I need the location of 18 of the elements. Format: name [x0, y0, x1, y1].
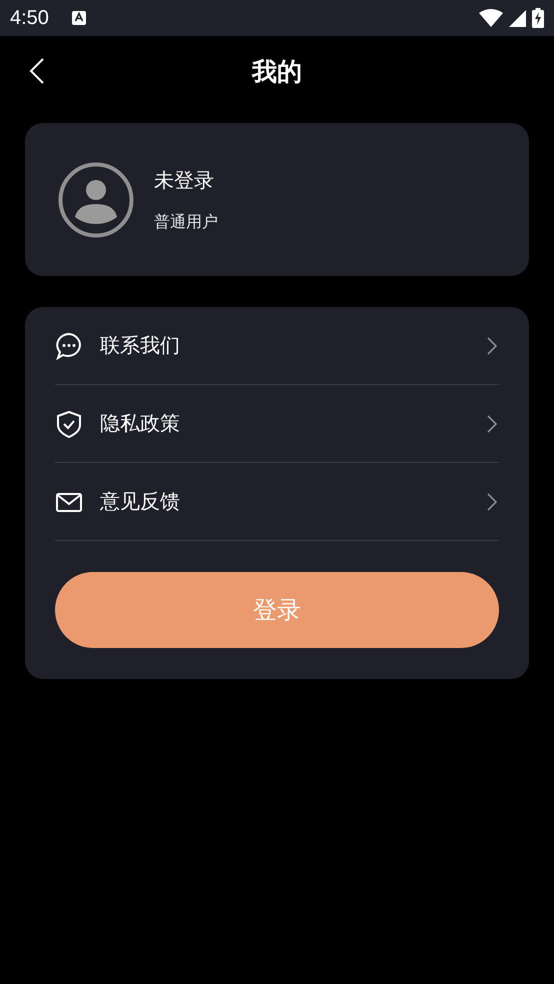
- signal-icon: [509, 10, 526, 26]
- menu-item[interactable]: 意见反馈: [55, 463, 499, 541]
- notification-icon: [70, 10, 87, 26]
- menu-item[interactable]: 联系我们: [55, 307, 499, 385]
- back-icon[interactable]: [29, 57, 45, 85]
- chevron-right-icon: [487, 492, 497, 510]
- chevron-right-icon: [487, 414, 497, 432]
- user-name: 未登录: [154, 166, 215, 194]
- avatar-icon: [58, 162, 134, 238]
- battery-icon: [532, 8, 544, 28]
- shield-check-icon: [55, 410, 83, 438]
- chat-bubble-icon: [55, 332, 83, 360]
- user-role: 普通用户: [154, 212, 218, 232]
- page-title: 我的: [252, 56, 302, 88]
- chevron-right-icon: [487, 336, 497, 354]
- wifi-icon: [479, 9, 503, 27]
- menu-item[interactable]: 隐私政策: [55, 385, 499, 463]
- status-time: 4:50: [10, 6, 49, 30]
